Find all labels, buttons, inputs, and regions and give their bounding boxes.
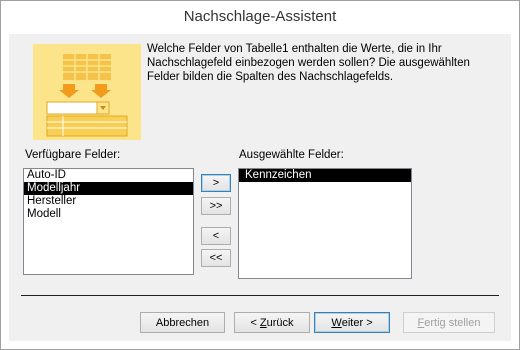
dialog-title: Nachschlage-Assistent: [183, 8, 337, 25]
next-label-rest: eiter >: [341, 316, 373, 329]
remove-all-button[interactable]: <<: [201, 249, 231, 267]
finish-button[interactable]: Fertig stellen: [403, 312, 495, 333]
list-item[interactable]: Auto-ID: [24, 169, 193, 182]
back-mnemonic: Z: [259, 316, 267, 329]
list-item-selected[interactable]: Kennzeichen: [239, 169, 411, 182]
back-button[interactable]: < Zurück: [234, 312, 310, 333]
dialog-client-area: Welche Felder von Tabelle1 enthalten die…: [9, 34, 511, 341]
back-label-rest: urück: [266, 316, 294, 329]
footer-separator: [21, 295, 499, 296]
finish-mnemonic: F: [417, 316, 425, 329]
add-one-button[interactable]: >: [201, 174, 231, 192]
available-fields-label: Verfügbare Felder:: [25, 149, 121, 161]
selected-fields-label: Ausgewählte Felder:: [239, 149, 344, 161]
available-fields-list[interactable]: Auto-ID Modelljahr Hersteller Modell: [23, 168, 194, 275]
title-bar[interactable]: Nachschlage-Assistent: [1, 1, 519, 34]
list-item[interactable]: Modell: [24, 208, 193, 221]
back-prefix: <: [250, 316, 260, 329]
cancel-button[interactable]: Abbrechen: [140, 312, 225, 333]
dialog-window: Nachschlage-Assistent Welche Felder von …: [0, 0, 520, 350]
instruction-text: Welche Felder von Tabelle1 enthalten die…: [147, 43, 470, 83]
add-all-button[interactable]: >>: [201, 197, 231, 215]
next-button[interactable]: Weiter >: [314, 312, 390, 333]
finish-label-rest: ertig stellen: [424, 316, 481, 329]
remove-one-button[interactable]: <: [201, 227, 231, 245]
list-item[interactable]: Hersteller: [24, 195, 193, 208]
list-item-selected[interactable]: Modelljahr: [24, 182, 193, 195]
lookup-wizard-illustration: [33, 44, 141, 140]
next-mnemonic: W: [331, 316, 342, 329]
selected-fields-list[interactable]: Kennzeichen: [238, 168, 412, 279]
